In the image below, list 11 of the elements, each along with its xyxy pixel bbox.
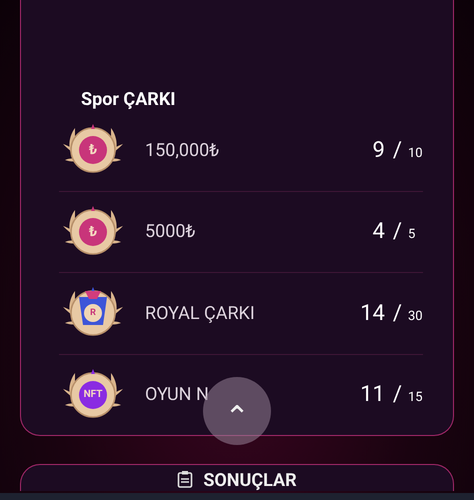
prize-count: 4 / 5 bbox=[372, 219, 416, 244]
section-title: Spor ÇARKI bbox=[81, 89, 177, 110]
results-label: SONUÇLAR bbox=[203, 470, 297, 491]
prize-name: 150,000₺ bbox=[145, 140, 220, 161]
results-panel[interactable]: SONUÇLAR bbox=[20, 464, 454, 491]
prize-count: 11 / 15 bbox=[360, 382, 423, 408]
prize-name: ROYAL ÇARKI bbox=[145, 302, 255, 324]
prize-name: 5000₺ bbox=[145, 221, 196, 242]
prize-count: 9 / 10 bbox=[372, 138, 423, 163]
clipboard-icon bbox=[177, 470, 194, 488]
prize-count: 14 / 30 bbox=[360, 300, 423, 326]
